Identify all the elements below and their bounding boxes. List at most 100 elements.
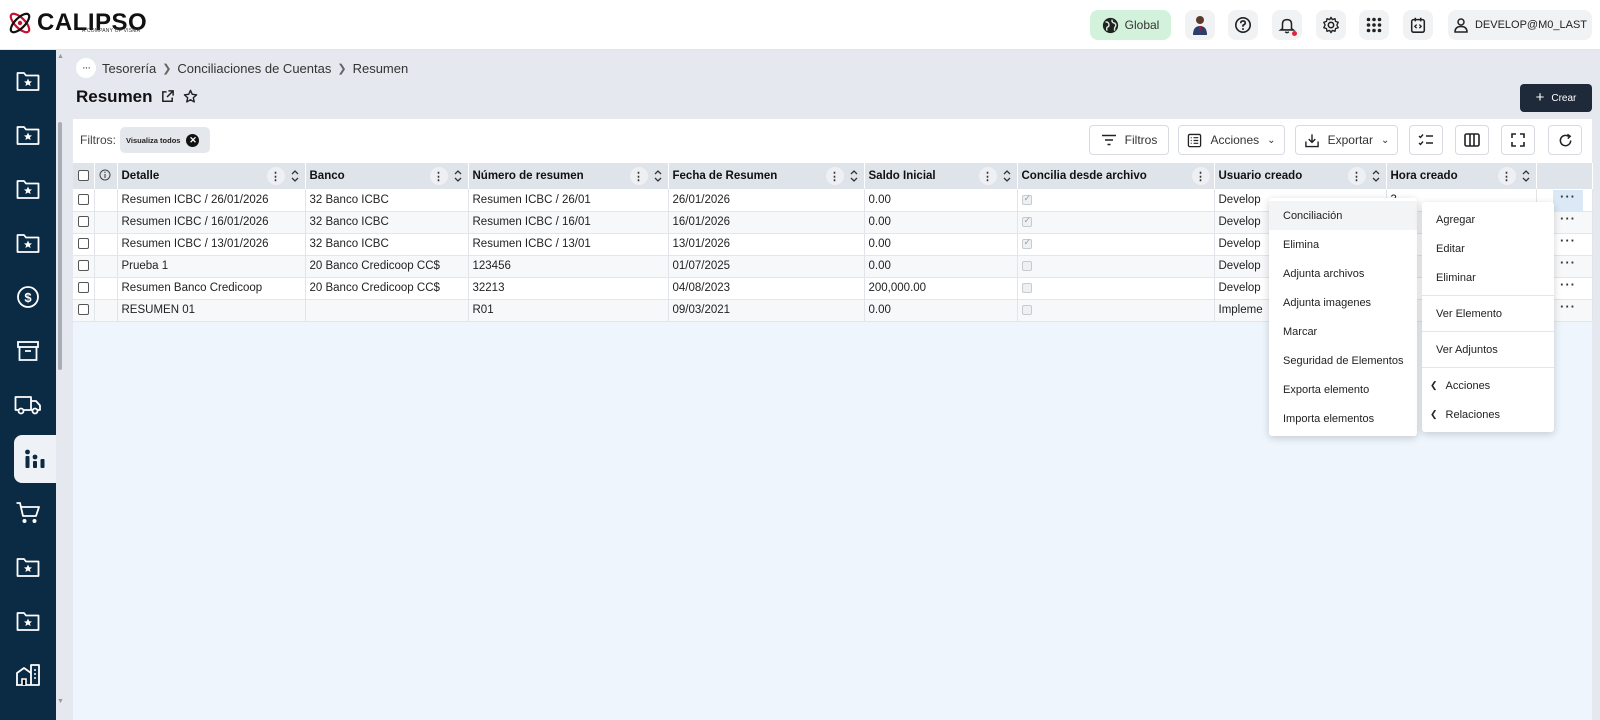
sort-icon[interactable]: [1520, 167, 1532, 185]
sidebar-item[interactable]: $: [0, 273, 56, 321]
row-select-cell[interactable]: [73, 255, 95, 278]
sort-icon[interactable]: [848, 167, 860, 185]
sort-icon[interactable]: [652, 167, 664, 185]
menu-item-ver-elemento[interactable]: Ver Elemento: [1422, 299, 1554, 328]
column-menu-icon[interactable]: ⋮: [429, 167, 448, 185]
avatar[interactable]: [1185, 10, 1215, 40]
menu-item-ver-adjuntos[interactable]: Ver Adjuntos: [1422, 335, 1554, 364]
column-header-concilia[interactable]: Concilia desde archivo ⋮: [1017, 163, 1215, 189]
row-checkbox[interactable]: [78, 282, 89, 294]
submenu-item[interactable]: Seguridad de Elementos: [1269, 346, 1417, 375]
row-checkbox[interactable]: [78, 194, 89, 206]
column-menu-icon[interactable]: ⋮: [1497, 167, 1516, 185]
fullscreen-button[interactable]: [1501, 125, 1535, 155]
filtros-button[interactable]: Filtros: [1089, 125, 1169, 155]
menu-item-eliminar[interactable]: Eliminar: [1422, 263, 1554, 292]
submenu-item[interactable]: Importa elementos: [1269, 404, 1417, 433]
row-checkbox[interactable]: [78, 216, 89, 228]
row-more-icon[interactable]: ···: [1553, 234, 1583, 256]
star-icon[interactable]: [183, 89, 198, 104]
row-select-cell[interactable]: [73, 189, 95, 212]
table-cell-saldo: 200,000.00: [864, 277, 1018, 300]
column-menu-icon[interactable]: ⋮: [629, 167, 648, 185]
sidebar-item[interactable]: [0, 165, 56, 213]
column-menu-icon[interactable]: ⋮: [978, 167, 997, 185]
column-header-usuario[interactable]: Usuario creado ⋮: [1214, 163, 1387, 189]
row-more-icon[interactable]: ···: [1553, 278, 1583, 300]
sort-icon[interactable]: [1370, 167, 1382, 185]
sidebar-item[interactable]: [0, 327, 56, 375]
row-info-cell: [94, 299, 118, 322]
sort-icon[interactable]: [452, 167, 464, 185]
user-menu[interactable]: DEVELOP@M0_LAST: [1448, 10, 1592, 40]
sidebar-item[interactable]: [0, 381, 56, 429]
column-header-hora[interactable]: Hora creado ⋮: [1386, 163, 1537, 189]
notifications-button[interactable]: [1272, 10, 1302, 40]
sidebar-item[interactable]: [0, 57, 56, 105]
row-more-icon[interactable]: ···: [1553, 190, 1583, 212]
refresh-button[interactable]: [1548, 125, 1582, 155]
row-more-icon[interactable]: ···: [1553, 256, 1583, 278]
row-more-icon[interactable]: ···: [1553, 300, 1583, 322]
create-button[interactable]: + Crear: [1520, 84, 1592, 112]
scroll-down-icon[interactable]: ▼: [57, 698, 64, 705]
column-header-fecha[interactable]: Fecha de Resumen ⋮: [668, 163, 865, 189]
sidebar-item[interactable]: [0, 111, 56, 159]
settings-button[interactable]: [1316, 10, 1346, 40]
menu-item-editar[interactable]: Editar: [1422, 234, 1554, 263]
apps-button[interactable]: [1359, 10, 1389, 40]
breadcrumb-more-button[interactable]: ···: [76, 58, 96, 78]
sort-icon[interactable]: [289, 167, 301, 185]
row-checkbox[interactable]: [78, 304, 89, 316]
submenu-item[interactable]: Adjunta archivos: [1269, 259, 1417, 288]
column-menu-icon[interactable]: ⋮: [1191, 167, 1210, 185]
column-header-detalle[interactable]: Detalle ⋮: [117, 163, 306, 189]
row-select-cell[interactable]: [73, 277, 95, 300]
row-info-cell: [94, 211, 118, 234]
sidebar-item[interactable]: [0, 543, 56, 591]
menu-item-agregar[interactable]: Agregar: [1422, 205, 1554, 234]
select-all-checkbox[interactable]: [78, 170, 89, 182]
brand-logo[interactable]: CALIPSO: [6, 9, 147, 41]
sidebar-item[interactable]: [0, 489, 56, 537]
sidebar-scrollbar[interactable]: [58, 122, 62, 370]
row-checkbox[interactable]: [78, 238, 89, 250]
filter-chip[interactable]: Visualiza todos ✕: [120, 127, 210, 153]
column-header-banco[interactable]: Banco ⋮: [305, 163, 469, 189]
sidebar-item[interactable]: [0, 597, 56, 645]
menu-item-relaciones[interactable]: ❮ Relaciones: [1422, 400, 1554, 429]
submenu-item[interactable]: Marcar: [1269, 317, 1417, 346]
developer-button[interactable]: [1403, 10, 1433, 40]
menu-item-acciones[interactable]: ❮ Acciones: [1422, 371, 1554, 400]
select-all-header[interactable]: [73, 163, 95, 189]
row-select-cell[interactable]: [73, 211, 95, 234]
row-checkbox[interactable]: [78, 260, 89, 272]
submenu-item[interactable]: Elimina: [1269, 230, 1417, 259]
help-button[interactable]: [1228, 10, 1258, 40]
submenu-item[interactable]: Adjunta imagenes: [1269, 288, 1417, 317]
scroll-up-icon[interactable]: ▲: [57, 53, 64, 60]
acciones-button[interactable]: Acciones ⌄: [1178, 125, 1285, 155]
sidebar-item[interactable]: [0, 651, 56, 699]
sidebar-item[interactable]: [0, 219, 56, 267]
close-icon[interactable]: ✕: [186, 133, 200, 147]
column-menu-icon[interactable]: ⋮: [825, 167, 844, 185]
column-header-numero[interactable]: Número de resumen ⋮: [468, 163, 669, 189]
row-more-icon[interactable]: ···: [1553, 212, 1583, 234]
breadcrumb-item[interactable]: Tesorería: [102, 61, 156, 76]
column-header-saldo[interactable]: Saldo Inicial ⋮: [864, 163, 1018, 189]
exportar-button[interactable]: Exportar ⌄: [1295, 125, 1398, 155]
column-menu-icon[interactable]: ⋮: [266, 167, 285, 185]
row-select-cell[interactable]: [73, 233, 95, 256]
submenu-item[interactable]: Conciliación: [1269, 201, 1417, 230]
sidebar-item[interactable]: [14, 435, 56, 483]
breadcrumb-item[interactable]: Conciliaciones de Cuentas: [177, 61, 331, 76]
global-selector[interactable]: Global: [1090, 10, 1171, 40]
select-mode-button[interactable]: [1409, 125, 1443, 155]
open-external-icon[interactable]: [160, 89, 175, 104]
row-select-cell[interactable]: [73, 299, 95, 322]
columns-button[interactable]: [1455, 125, 1489, 155]
sort-icon[interactable]: [1001, 167, 1013, 185]
submenu-item[interactable]: Exporta elemento: [1269, 375, 1417, 404]
column-menu-icon[interactable]: ⋮: [1347, 167, 1366, 185]
